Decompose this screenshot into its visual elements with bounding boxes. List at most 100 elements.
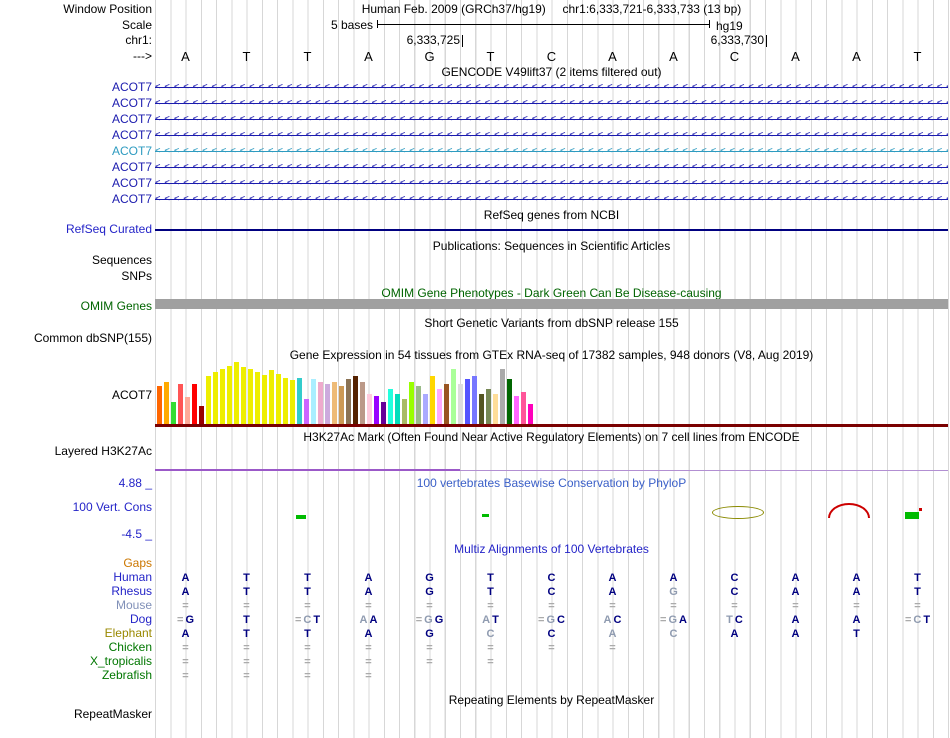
gtex-bar[interactable] bbox=[507, 379, 512, 424]
label-repeatmasker[interactable]: RepeatMasker bbox=[0, 708, 152, 721]
gencode-transcript-label[interactable]: ACOT7 bbox=[0, 193, 152, 206]
gencode-transcript-label[interactable]: ACOT7 bbox=[0, 177, 152, 190]
multiz-row-rhesus[interactable]: ATTAGTCAGCAAT bbox=[155, 585, 948, 599]
gtex-bar[interactable] bbox=[192, 384, 197, 424]
gtex-bar[interactable] bbox=[269, 370, 274, 424]
gtex-bar[interactable] bbox=[262, 375, 267, 424]
multiz-row-gaps[interactable] bbox=[155, 557, 948, 571]
gtex-bar[interactable] bbox=[360, 382, 365, 424]
gtex-bar[interactable] bbox=[423, 394, 428, 424]
gtex-bar[interactable] bbox=[185, 397, 190, 424]
gtex-bar[interactable] bbox=[472, 376, 477, 424]
gencode-transcript-label[interactable]: ACOT7 bbox=[0, 129, 152, 142]
label-gtex-gene[interactable]: ACOT7 bbox=[0, 389, 152, 402]
label-species-dog[interactable]: Dog bbox=[0, 613, 152, 626]
gtex-bar[interactable] bbox=[528, 404, 533, 424]
omim-genes-track[interactable] bbox=[155, 299, 948, 309]
label-cons-track[interactable]: 100 Vert. Cons bbox=[0, 501, 152, 514]
h3k27ac-signal-segment[interactable] bbox=[155, 469, 460, 471]
gtex-bar[interactable] bbox=[416, 386, 421, 424]
label-chrom[interactable]: chr1: bbox=[0, 34, 152, 47]
gtex-bar[interactable] bbox=[465, 379, 470, 424]
gencode-transcript-label[interactable]: ACOT7 bbox=[0, 97, 152, 110]
gtex-bar[interactable] bbox=[346, 379, 351, 424]
gtex-bar[interactable] bbox=[353, 376, 358, 424]
gtex-bar[interactable] bbox=[178, 384, 183, 424]
gene-row[interactable]: <<<<<<<<<<<<<<<<<<<<<<<<<<<<<<<<<<<<<<<<… bbox=[155, 112, 948, 128]
label-species-human[interactable]: Human bbox=[0, 571, 152, 584]
gtex-bar[interactable] bbox=[311, 379, 316, 424]
label-species-mouse[interactable]: Mouse bbox=[0, 599, 152, 612]
gtex-bar[interactable] bbox=[479, 394, 484, 424]
label-omim-genes[interactable]: OMIM Genes bbox=[0, 300, 152, 313]
gtex-bar[interactable] bbox=[297, 378, 302, 424]
gene-row[interactable]: <<<<<<<<<<<<<<<<<<<<<<<<<<<<<<<<<<<<<<<<… bbox=[155, 80, 948, 96]
gtex-bar[interactable] bbox=[332, 382, 337, 424]
gtex-chart[interactable] bbox=[155, 360, 948, 424]
gene-row[interactable]: <<<<<<<<<<<<<<<<<<<<<<<<<<<<<<<<<<<<<<<<… bbox=[155, 160, 948, 176]
gtex-bar[interactable] bbox=[409, 382, 414, 424]
gtex-bar[interactable] bbox=[374, 396, 379, 424]
multiz-row-chicken[interactable]: = = = = = = = = bbox=[155, 641, 948, 655]
gtex-bar[interactable] bbox=[493, 394, 498, 424]
label-scale[interactable]: Scale bbox=[0, 19, 152, 32]
gtex-bar[interactable] bbox=[206, 376, 211, 424]
label-common-dbsnp[interactable]: Common dbSNP(155) bbox=[0, 332, 152, 345]
gtex-bar[interactable] bbox=[388, 389, 393, 424]
gtex-bar[interactable] bbox=[430, 376, 435, 424]
gtex-bar[interactable] bbox=[339, 386, 344, 424]
label-cons-min[interactable]: -4.5 _ bbox=[0, 528, 152, 541]
gtex-bar[interactable] bbox=[444, 384, 449, 424]
gtex-bar[interactable] bbox=[276, 374, 281, 424]
gencode-transcript-label[interactable]: ACOT7 bbox=[0, 145, 152, 158]
gencode-transcript-label[interactable]: ACOT7 bbox=[0, 81, 152, 94]
gtex-bar[interactable] bbox=[514, 396, 519, 424]
label-strand[interactable]: ---> bbox=[0, 50, 152, 63]
gtex-bar[interactable] bbox=[395, 394, 400, 424]
multiz-row-human[interactable]: ATTAGTCAACAAT bbox=[155, 571, 948, 585]
label-species-gaps[interactable]: Gaps bbox=[0, 557, 152, 570]
multiz-row-zebrafish[interactable]: = = = = bbox=[155, 669, 948, 683]
label-layered-h3k27ac[interactable]: Layered H3K27Ac bbox=[0, 445, 152, 458]
gene-row[interactable]: <<<<<<<<<<<<<<<<<<<<<<<<<<<<<<<<<<<<<<<<… bbox=[155, 192, 948, 208]
label-cons-max[interactable]: 4.88 _ bbox=[0, 477, 152, 490]
gencode-transcript-label[interactable]: ACOT7 bbox=[0, 161, 152, 174]
gtex-bar[interactable] bbox=[171, 402, 176, 424]
gtex-bar[interactable] bbox=[283, 378, 288, 424]
refseq-curated-track[interactable] bbox=[155, 229, 948, 231]
label-species-x_tropicalis[interactable]: X_tropicalis bbox=[0, 655, 152, 668]
gtex-bar[interactable] bbox=[437, 389, 442, 424]
gene-row[interactable]: <<<<<<<<<<<<<<<<<<<<<<<<<<<<<<<<<<<<<<<<… bbox=[155, 128, 948, 144]
gtex-bar[interactable] bbox=[500, 369, 505, 424]
gene-row[interactable]: <<<<<<<<<<<<<<<<<<<<<<<<<<<<<<<<<<<<<<<<… bbox=[155, 176, 948, 192]
gtex-bar[interactable] bbox=[458, 384, 463, 424]
label-window-position[interactable]: Window Position bbox=[0, 3, 152, 16]
multiz-row-mouse[interactable]: = = = = = = = = = = = = = bbox=[155, 599, 948, 613]
gtex-bar[interactable] bbox=[290, 380, 295, 424]
gene-row[interactable]: <<<<<<<<<<<<<<<<<<<<<<<<<<<<<<<<<<<<<<<<… bbox=[155, 144, 948, 160]
gtex-bar[interactable] bbox=[451, 369, 456, 424]
gtex-bar[interactable] bbox=[241, 367, 246, 424]
label-sequences[interactable]: Sequences bbox=[0, 254, 152, 267]
gtex-bar[interactable] bbox=[157, 386, 162, 424]
gtex-bar[interactable] bbox=[227, 366, 232, 424]
multiz-row-elephant[interactable]: ATTAGCCACAAT bbox=[155, 627, 948, 641]
multiz-row-x_tropicalis[interactable]: = = = = = = bbox=[155, 655, 948, 669]
gtex-bar[interactable] bbox=[213, 372, 218, 424]
label-species-chicken[interactable]: Chicken bbox=[0, 641, 152, 654]
gtex-bar[interactable] bbox=[234, 362, 239, 424]
gtex-bar[interactable] bbox=[318, 382, 323, 424]
label-species-zebrafish[interactable]: Zebrafish bbox=[0, 669, 152, 682]
multiz-row-dog[interactable]: = G T = C T A A = G G A T = G C A C = G A T C A A = C T bbox=[155, 613, 948, 627]
gtex-bar[interactable] bbox=[486, 389, 491, 424]
gtex-bar[interactable] bbox=[164, 382, 169, 424]
label-species-elephant[interactable]: Elephant bbox=[0, 627, 152, 640]
gtex-bar[interactable] bbox=[325, 384, 330, 424]
label-refseq-curated[interactable]: RefSeq Curated bbox=[0, 223, 152, 236]
gene-row[interactable]: <<<<<<<<<<<<<<<<<<<<<<<<<<<<<<<<<<<<<<<<… bbox=[155, 96, 948, 112]
label-species-rhesus[interactable]: Rhesus bbox=[0, 585, 152, 598]
label-snps[interactable]: SNPs bbox=[0, 270, 152, 283]
gtex-bar[interactable] bbox=[402, 399, 407, 424]
gencode-transcript-label[interactable]: ACOT7 bbox=[0, 113, 152, 126]
gtex-bar[interactable] bbox=[220, 369, 225, 424]
